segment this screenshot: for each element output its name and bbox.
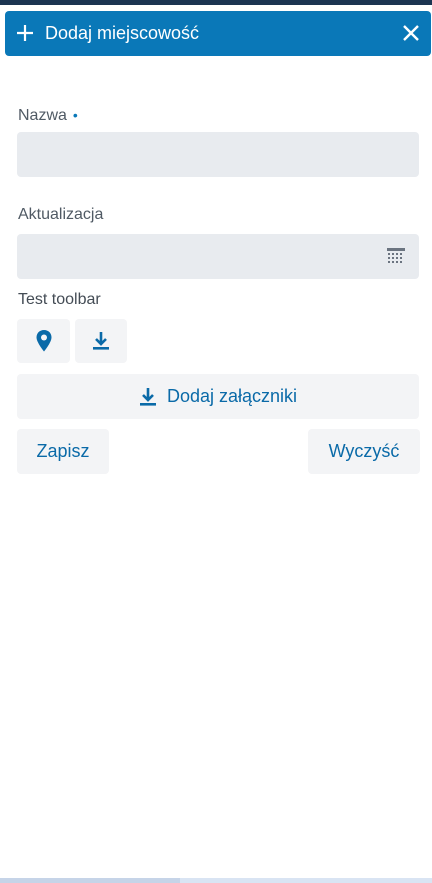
update-label: Aktualizacja	[18, 206, 104, 223]
update-date-input[interactable]	[17, 234, 419, 279]
plus-icon	[17, 25, 33, 41]
dialog-header: Dodaj miejscowość	[5, 11, 431, 56]
toolbar-label: Test toolbar	[18, 291, 101, 308]
name-label-text: Nazwa	[18, 107, 67, 124]
name-label: Nazwa •	[18, 105, 78, 126]
save-button[interactable]: Zapisz	[17, 429, 109, 474]
location-button[interactable]	[17, 319, 70, 363]
add-attachments-label: Dodaj załączniki	[166, 386, 298, 406]
download-icon	[93, 332, 109, 350]
map-marker-icon	[36, 330, 51, 352]
download-button[interactable]	[75, 319, 127, 363]
clear-button[interactable]: Wyczyść	[308, 429, 420, 474]
bottom-strip-segment	[0, 878, 180, 883]
required-indicator: •	[72, 107, 78, 123]
close-icon[interactable]	[401, 23, 421, 43]
name-input[interactable]	[17, 132, 419, 177]
add-attachments-button[interactable]: Dodaj załączniki	[17, 374, 419, 419]
calendar-icon[interactable]	[386, 246, 406, 266]
bottom-strip	[0, 878, 432, 883]
download-icon	[139, 387, 156, 406]
top-bar-strip	[0, 0, 432, 5]
dialog-title: Dodaj miejscowość	[45, 23, 200, 43]
